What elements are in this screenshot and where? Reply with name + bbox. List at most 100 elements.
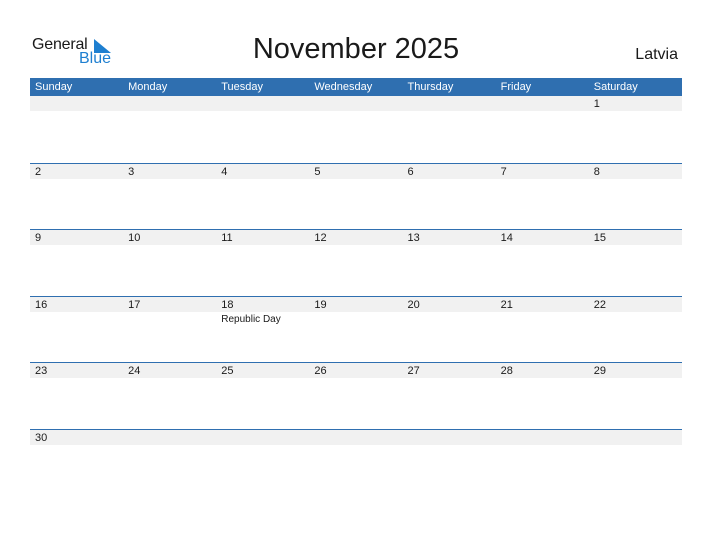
day-cell: 24 (123, 363, 216, 378)
weekday-thursday: Thursday (407, 81, 454, 93)
week-row: 23 24 25 26 27 28 29 (30, 362, 682, 429)
day-number: 4 (221, 165, 228, 178)
week-row: 30 (30, 428, 682, 496)
day-number: 26 (314, 365, 327, 378)
day-cell: 23 (30, 363, 123, 378)
day-cell (123, 430, 216, 445)
weekday-tuesday: Tuesday (221, 81, 264, 93)
weekday-friday: Friday (500, 81, 532, 93)
day-number (314, 430, 402, 445)
day-number: 27 (407, 365, 420, 378)
day-cell (589, 430, 682, 445)
day-cell: 26 (309, 363, 402, 378)
day-number: 19 (314, 298, 327, 311)
country-label: Latvia (635, 46, 678, 63)
day-cell (216, 96, 309, 111)
weekday-sunday: Sunday (35, 81, 73, 93)
week-row: 2 3 4 5 6 7 8 (30, 162, 682, 230)
day-cell: 15 (589, 230, 682, 245)
day-number: 25 (221, 365, 234, 378)
day-number: 11 (221, 232, 233, 245)
day-number: 29 (593, 365, 606, 378)
day-cell (403, 96, 496, 111)
day-cell: 4 (216, 164, 309, 179)
day-number: 13 (407, 232, 420, 245)
day-number: 22 (593, 298, 606, 311)
day-cell: 5 (309, 164, 402, 179)
day-number (128, 430, 216, 445)
week-row: 1 (30, 96, 682, 163)
day-number: 15 (593, 232, 606, 245)
day-number: 8 (593, 165, 600, 178)
day-cell: 30 (30, 430, 123, 445)
week-cells: 23 24 25 26 27 28 29 (30, 363, 682, 378)
day-number: 12 (314, 232, 327, 245)
week-cells: 9 10 11 12 13 14 15 (30, 230, 682, 245)
day-number (501, 96, 589, 111)
weekday-header: Sunday Monday Tuesday Wednesday Thursday… (30, 78, 682, 96)
day-number: 24 (128, 365, 141, 378)
day-cell: 8 (589, 164, 682, 179)
week-row: 9 10 11 12 13 14 15 (30, 229, 682, 296)
day-cell (309, 430, 402, 445)
day-number: 14 (500, 232, 513, 245)
day-number: 21 (500, 298, 513, 311)
day-cell: 22 (589, 297, 682, 326)
day-cell (216, 430, 309, 445)
day-number: 6 (407, 165, 414, 178)
day-cell: 3 (123, 164, 216, 179)
holiday-label: Republic Day (221, 313, 281, 325)
day-cell: 6 (403, 164, 496, 179)
day-number (594, 430, 682, 445)
weekday-saturday: Saturday (593, 81, 638, 93)
day-cell: 18 Republic Day (216, 297, 309, 326)
day-cell (496, 430, 589, 445)
day-number (128, 96, 216, 111)
day-number: 16 (35, 298, 48, 311)
day-cell: 17 (123, 297, 216, 326)
day-cell: 28 (496, 363, 589, 378)
day-cell (309, 96, 402, 111)
week-cells: 16 17 18 Republic Day 19 20 21 22 (30, 297, 682, 326)
day-cell: 10 (123, 230, 216, 245)
day-number: 23 (35, 365, 48, 378)
day-cell: 7 (496, 164, 589, 179)
day-number: 1 (593, 98, 600, 110)
week-cells: 30 (30, 430, 682, 445)
day-number: 30 (35, 431, 48, 444)
day-cell: 2 (30, 164, 123, 179)
day-number: 2 (35, 165, 42, 178)
page-title: November 2025 (252, 33, 460, 65)
day-cell: 20 (403, 297, 496, 326)
day-cell: 29 (589, 363, 682, 378)
day-number: 7 (500, 165, 507, 178)
day-cell (30, 96, 123, 111)
day-number (408, 96, 496, 111)
day-cell: 21 (496, 297, 589, 326)
day-number: 10 (128, 232, 141, 245)
day-cell: 25 (216, 363, 309, 378)
day-cell (123, 96, 216, 111)
day-cell: 16 (30, 297, 123, 326)
day-number: 20 (407, 298, 420, 311)
day-cell: 19 (309, 297, 402, 326)
day-cell: 1 (589, 96, 682, 111)
day-cell: 27 (403, 363, 496, 378)
day-cell (496, 96, 589, 111)
day-cell: 11 (216, 230, 309, 245)
weeks-container: 1 2 3 4 5 6 7 8 9 10 11 12 13 14 15 16 17 18 Republic Day 1… (30, 96, 682, 496)
day-number (221, 430, 309, 445)
day-number: 28 (500, 365, 513, 378)
day-cell (403, 430, 496, 445)
day-cell: 13 (403, 230, 496, 245)
day-number (221, 96, 309, 111)
day-cell: 14 (496, 230, 589, 245)
day-cell: 12 (309, 230, 402, 245)
day-number: 17 (128, 298, 141, 311)
weekday-monday: Monday (128, 81, 168, 93)
day-number (408, 430, 496, 445)
week-cells: 2 3 4 5 6 7 8 (30, 164, 682, 179)
day-number: 5 (314, 165, 321, 178)
week-row: 16 17 18 Republic Day 19 20 21 22 (30, 295, 682, 363)
day-number: 3 (128, 165, 135, 178)
